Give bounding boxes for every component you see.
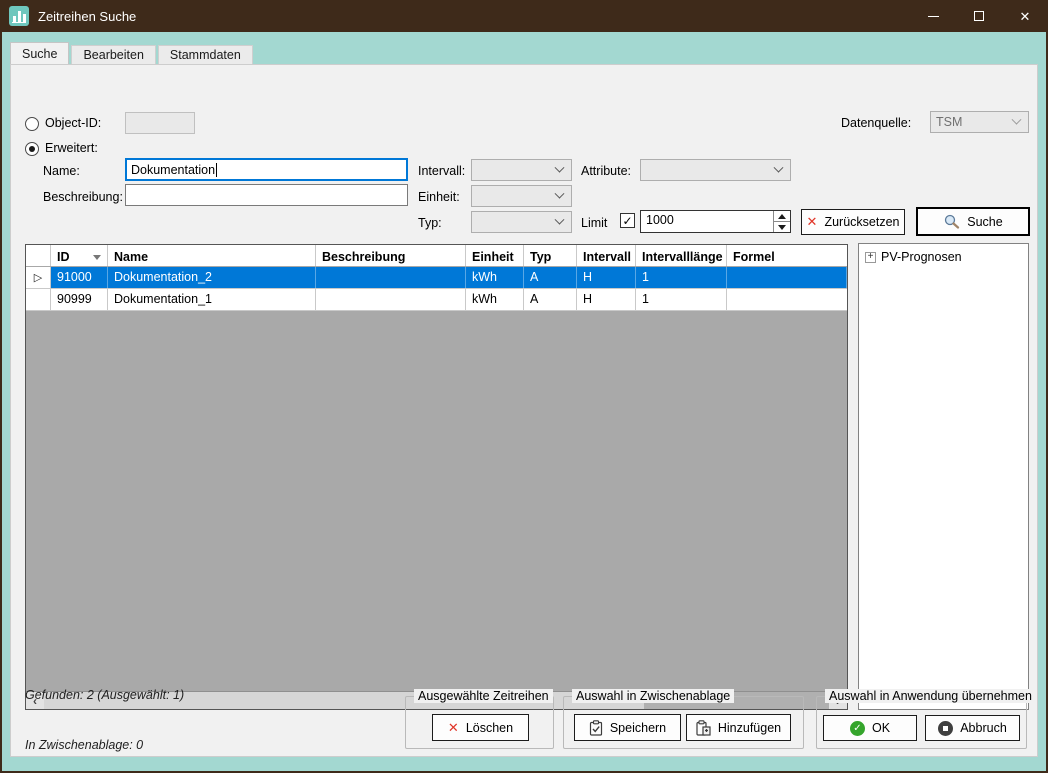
datenquelle-select[interactable]: TSM <box>930 111 1029 133</box>
row-pointer-icon: ▷ <box>26 267 51 288</box>
tab-stammdaten[interactable]: Stammdaten <box>158 45 253 64</box>
chevron-down-icon <box>555 188 565 198</box>
limit-spinner[interactable]: 1000 <box>640 210 791 233</box>
tree-expand-icon[interactable]: + <box>865 252 876 263</box>
typ-label: Typ: <box>418 216 442 230</box>
attribute-select[interactable] <box>640 159 791 181</box>
intervall-select[interactable] <box>471 159 572 181</box>
chevron-down-icon <box>555 162 565 172</box>
suche-button[interactable]: Suche <box>916 207 1030 236</box>
ok-check-icon: ✓ <box>850 721 865 736</box>
group-selected-series-title: Ausgewählte Zeitreihen <box>414 689 553 703</box>
spinner-down-button[interactable] <box>774 222 790 232</box>
column-header-beschreibung[interactable]: Beschreibung <box>316 245 466 266</box>
table-row[interactable]: ▷ 91000 Dokumentation_2 kWh A H 1 <box>26 267 847 289</box>
column-header-intervall[interactable]: Intervall <box>577 245 636 266</box>
tab-strip: Suche Bearbeiten Stammdaten <box>10 42 255 64</box>
status-found: Gefunden: 2 (Ausgewählt: 1) <box>25 688 184 702</box>
arrow-down-icon <box>778 225 786 230</box>
abbruch-button[interactable]: Abbruch <box>925 715 1020 741</box>
group-apply: Auswahl in Anwendung übernehmen ✓ OK Abb… <box>816 696 1027 749</box>
hinzufuegen-button[interactable]: Hinzufügen <box>686 714 791 741</box>
app-window: Zeitreihen Suche ✕ Suche Bearbeiten Stam… <box>0 0 1048 773</box>
red-x-icon: ✕ <box>807 214 818 230</box>
radio-object-id[interactable] <box>25 117 39 131</box>
row-selector-header[interactable] <box>26 245 51 266</box>
group-selected-series: Ausgewählte Zeitreihen ✕ Löschen <box>405 696 554 749</box>
arrow-up-icon <box>778 214 786 219</box>
window-title: Zeitreihen Suche <box>38 9 136 24</box>
minimize-button[interactable] <box>910 0 956 32</box>
tab-page-suche: Object-ID: Datenquelle: TSM Erweitert: N… <box>10 64 1038 757</box>
text-cursor <box>216 163 217 177</box>
tab-bearbeiten[interactable]: Bearbeiten <box>71 45 155 64</box>
speichern-button[interactable]: Speichern <box>574 714 681 741</box>
erweitert-label: Erweitert: <box>45 141 98 155</box>
chevron-down-icon <box>555 214 565 224</box>
column-header-intervalllaenge[interactable]: Intervalllänge <box>636 245 727 266</box>
attribute-label: Attribute: <box>581 164 631 178</box>
group-apply-title: Auswahl in Anwendung übernehmen <box>825 689 1036 703</box>
column-header-typ[interactable]: Typ <box>524 245 577 266</box>
object-id-label: Object-ID: <box>45 116 101 130</box>
name-label: Name: <box>43 164 80 178</box>
close-button[interactable]: ✕ <box>1002 0 1048 32</box>
results-tree-panel: + PV-Prognosen <box>858 243 1029 710</box>
minimize-icon <box>928 16 939 17</box>
radio-erweitert[interactable] <box>25 142 39 156</box>
beschreibung-label: Beschreibung: <box>43 190 123 204</box>
maximize-button[interactable] <box>956 0 1002 32</box>
check-icon: ✓ <box>622 215 632 227</box>
grid-empty-area <box>26 311 847 691</box>
spinner-up-button[interactable] <box>774 211 790 222</box>
group-clipboard: Auswahl in Zwischenablage Speichern <box>563 696 804 749</box>
limit-checkbox[interactable]: ✓ <box>620 213 635 228</box>
stop-icon <box>938 721 953 736</box>
ok-button[interactable]: ✓ OK <box>823 715 917 741</box>
maximize-icon <box>974 11 984 21</box>
column-header-name[interactable]: Name <box>108 245 316 266</box>
window-frame: Suche Bearbeiten Stammdaten Object-ID: D… <box>2 32 1046 771</box>
window-controls: ✕ <box>910 0 1048 32</box>
tree-item-pv-prognosen[interactable]: + PV-Prognosen <box>865 250 1022 264</box>
einheit-select[interactable] <box>471 185 572 207</box>
chevron-down-icon <box>1012 114 1022 124</box>
title-bar: Zeitreihen Suche ✕ <box>0 0 1048 32</box>
table-row[interactable]: 90999 Dokumentation_1 kWh A H 1 <box>26 289 847 311</box>
column-header-formel[interactable]: Formel <box>727 245 847 266</box>
loeschen-button[interactable]: ✕ Löschen <box>432 714 529 741</box>
limit-label: Limit <box>581 216 607 230</box>
status-clipboard-count: In Zwischenablage: 0 <box>25 738 143 752</box>
sort-desc-icon <box>93 255 101 260</box>
name-input[interactable]: Dokumentation <box>125 158 408 181</box>
group-clipboard-title: Auswahl in Zwischenablage <box>572 689 734 703</box>
red-x-icon: ✕ <box>448 720 459 736</box>
datenquelle-label: Datenquelle: <box>841 116 911 130</box>
magnifier-icon <box>943 214 960 229</box>
einheit-label: Einheit: <box>418 190 460 204</box>
tab-suche[interactable]: Suche <box>10 42 69 64</box>
clipboard-paste-icon <box>696 720 711 736</box>
zuruecksetzen-button[interactable]: ✕ Zurücksetzen <box>801 209 905 235</box>
typ-select[interactable] <box>471 211 572 233</box>
close-icon: ✕ <box>1020 10 1031 23</box>
column-header-einheit[interactable]: Einheit <box>466 245 524 266</box>
object-id-field[interactable] <box>125 112 195 134</box>
beschreibung-input[interactable] <box>125 184 408 206</box>
column-header-id[interactable]: ID <box>51 245 108 266</box>
chevron-down-icon <box>774 162 784 172</box>
intervall-label: Intervall: <box>418 164 465 178</box>
grid-header: ID Name Beschreibung Einheit Typ Interva… <box>26 245 847 267</box>
results-grid: ID Name Beschreibung Einheit Typ Interva… <box>25 244 848 710</box>
app-chart-icon <box>9 6 29 26</box>
clipboard-check-icon <box>589 720 603 736</box>
